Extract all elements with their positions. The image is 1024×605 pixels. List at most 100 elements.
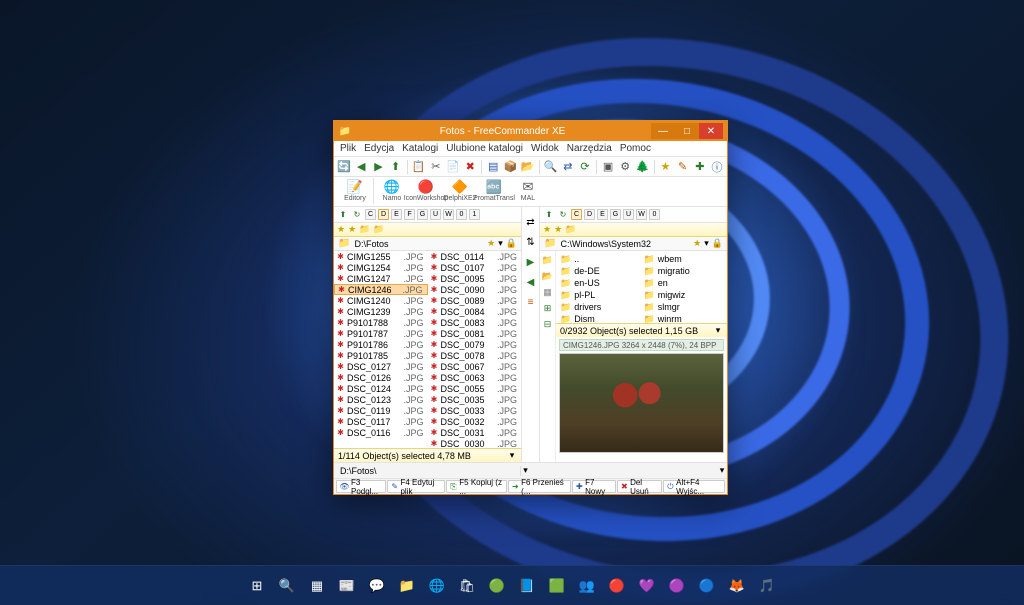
folder-item[interactable]: 📁de-DE <box>558 265 642 277</box>
right-folder-list[interactable]: 📁..📁wbem📁de-DE📁migratio📁en-US📁en📁pl-PL📁m… <box>556 251 727 323</box>
status-dropdown[interactable]: ▾ <box>507 450 517 461</box>
taskbar-widgets-icon[interactable]: 📰 <box>334 573 360 599</box>
titlebar[interactable]: 📁 Fotos - FreeCommander XE — □ ✕ <box>334 121 727 141</box>
fnkey-f5[interactable]: ⎘F5 Kopiuj (z ... <box>446 480 507 493</box>
file-row[interactable]: ✱CIMG1240.JPG <box>334 295 428 306</box>
folder-item[interactable]: 📁Dism <box>558 313 642 323</box>
file-row[interactable]: ✱DSC_0032.JPG <box>428 416 522 427</box>
drive-1-button[interactable]: 1 <box>469 209 480 220</box>
launcher-delphixe2[interactable]: 🔶DelphiXE2 <box>443 178 477 202</box>
star-icon[interactable]: ★ <box>348 224 356 235</box>
file-row[interactable]: ✱DSC_0089.JPG <box>428 295 522 306</box>
edit-icon[interactable]: ✎ <box>676 158 690 175</box>
taskbar-teams-icon[interactable]: 👥 <box>574 573 600 599</box>
drive-e-button[interactable]: E <box>391 209 402 220</box>
fnkey-f3[interactable]: 👁F3 Podgl... <box>336 480 386 493</box>
folder-item[interactable]: 📁wbem <box>642 253 726 265</box>
file-row[interactable]: ✱CIMG1247.JPG <box>334 273 428 284</box>
file-row[interactable]: ✱DSC_0078.JPG <box>428 350 522 361</box>
taskbar-firefox-icon[interactable]: 🦊 <box>724 573 750 599</box>
lock-icon[interactable]: 🔒 <box>712 238 723 249</box>
file-row[interactable]: ✱DSC_0117.JPG <box>334 416 428 427</box>
lock-icon[interactable]: 🔒 <box>506 238 517 249</box>
history-icon[interactable]: ▾ <box>498 238 503 249</box>
fav-folder-icon[interactable]: 📁 <box>373 224 384 235</box>
launcher-mal[interactable]: ✉MAL <box>511 178 545 202</box>
folder-item[interactable]: 📁winrm <box>642 313 726 323</box>
file-row[interactable]: ✱DSC_0127.JPG <box>334 361 428 372</box>
sync-panes-icon[interactable]: ⇄ <box>524 215 538 229</box>
file-row[interactable]: ✱DSC_0055.JPG <box>428 383 522 394</box>
right-path-bar[interactable]: 📁 C:\Windows\System32 ★ ▾ 🔒 <box>540 237 727 251</box>
folder-item[interactable]: 📁en <box>642 277 726 289</box>
unpack-icon[interactable]: 📂 <box>521 158 535 175</box>
file-row[interactable]: ✱CIMG1254.JPG <box>334 262 428 273</box>
tree-icon[interactable]: 📂 <box>542 270 554 282</box>
folder-item[interactable]: 📁slmgr <box>642 301 726 313</box>
star-icon[interactable]: ★ <box>487 238 495 249</box>
status-dropdown[interactable]: ▾ <box>713 325 723 336</box>
terminal-icon[interactable]: ▣ <box>601 158 615 175</box>
file-row[interactable]: ✱P9101786.JPG <box>334 339 428 350</box>
taskbar-music-icon[interactable]: 🎵 <box>754 573 780 599</box>
file-row[interactable]: ✱DSC_0124.JPG <box>334 383 428 394</box>
taskbar-edge-icon[interactable]: 🌐 <box>424 573 450 599</box>
file-row[interactable]: ✱DSC_0095.JPG <box>428 273 522 284</box>
taskbar-explorer-icon[interactable]: 📁 <box>394 573 420 599</box>
maximize-button[interactable]: □ <box>675 123 699 139</box>
file-row[interactable]: ✱DSC_0123.JPG <box>334 394 428 405</box>
fnkey-f7[interactable]: ✚F7 Nowy <box>572 480 616 493</box>
nav-refresh-icon[interactable]: ↻ <box>351 209 363 221</box>
left-path-bar[interactable]: 📁 D:\Fotos ★ ▾ 🔒 <box>334 237 521 251</box>
menu-plik[interactable]: Plik <box>340 143 356 154</box>
folder-item[interactable]: 📁pl-PL <box>558 289 642 301</box>
taskbar-messenger-icon[interactable]: 💜 <box>634 573 660 599</box>
path-dropdown[interactable]: ▾ <box>717 465 727 476</box>
paste-icon[interactable]: 📄 <box>446 158 460 175</box>
file-row[interactable]: ✱DSC_0063.JPG <box>428 372 522 383</box>
preview-image[interactable] <box>559 353 724 453</box>
drive-f-button[interactable]: F <box>404 209 415 220</box>
drive-g-button[interactable]: G <box>610 209 621 220</box>
folder-item[interactable]: 📁migratio <box>642 265 726 277</box>
fwd-icon[interactable]: ▶ <box>371 158 385 175</box>
history-icon[interactable]: ▾ <box>704 238 709 249</box>
windows-taskbar[interactable]: ⊞🔍▦📰💬📁🌐🛍🟢📘🟩👥🔴💜🟣🔵🦊🎵 <box>0 565 1024 605</box>
collapse-icon[interactable]: ⊟ <box>542 318 554 330</box>
minimize-button[interactable]: — <box>651 123 675 139</box>
file-row[interactable]: ✱DSC_0114.JPG <box>428 251 522 262</box>
launcher-editory[interactable]: 📝Editory <box>338 178 372 202</box>
star-icon[interactable]: ★ <box>543 224 551 235</box>
fav-icon[interactable]: ★ <box>658 158 672 175</box>
fnkey-f4[interactable]: ✎F4 Edytuj plik <box>387 480 445 493</box>
drive-0-button[interactable]: 0 <box>649 209 660 220</box>
menu-edycja[interactable]: Edycja <box>364 143 394 154</box>
file-row[interactable]: ✱DSC_0079.JPG <box>428 339 522 350</box>
drive-w-button[interactable]: W <box>443 209 454 220</box>
fav-folder-icon[interactable]: 📁 <box>565 224 576 235</box>
star-icon[interactable]: ★ <box>337 224 345 235</box>
menu-ulubione-katalogi[interactable]: Ulubione katalogi <box>446 143 523 154</box>
menu-narzędzia[interactable]: Narzędzia <box>567 143 612 154</box>
folder-item[interactable]: 📁.. <box>558 253 642 265</box>
drive-d-button[interactable]: D <box>584 209 595 220</box>
swap-panes-icon[interactable]: ⇅ <box>524 235 538 249</box>
star-icon[interactable]: ★ <box>693 238 701 249</box>
file-row[interactable]: ✱CIMG1255.JPG <box>334 251 428 262</box>
path-dropdown[interactable]: ▾ <box>521 465 531 476</box>
settings-icon[interactable]: ⚙ <box>618 158 632 175</box>
left-file-list[interactable]: ✱CIMG1255.JPG✱DSC_0114.JPG✱CIMG1254.JPG✱… <box>334 251 521 448</box>
drive-u-button[interactable]: U <box>430 209 441 220</box>
copy-left-icon[interactable]: ◀ <box>524 275 538 289</box>
file-row[interactable]: ✱DSC_0081.JPG <box>428 328 522 339</box>
back-icon[interactable]: ◀ <box>354 158 368 175</box>
file-row[interactable]: ✱DSC_0067.JPG <box>428 361 522 372</box>
file-row[interactable]: ✱P9101787.JPG <box>334 328 428 339</box>
drive-0-button[interactable]: 0 <box>456 209 467 220</box>
expand-icon[interactable]: ⊞ <box>542 302 554 314</box>
bottom-path-left[interactable]: D:\Fotos\ <box>340 466 377 476</box>
up-icon[interactable]: ⬆ <box>389 158 403 175</box>
compare-icon[interactable]: ⇄ <box>561 158 575 175</box>
taskbar-start-icon[interactable]: ⊞ <box>244 573 270 599</box>
launcher-iconworkshop[interactable]: 🔴IconWorkshop <box>409 178 443 202</box>
